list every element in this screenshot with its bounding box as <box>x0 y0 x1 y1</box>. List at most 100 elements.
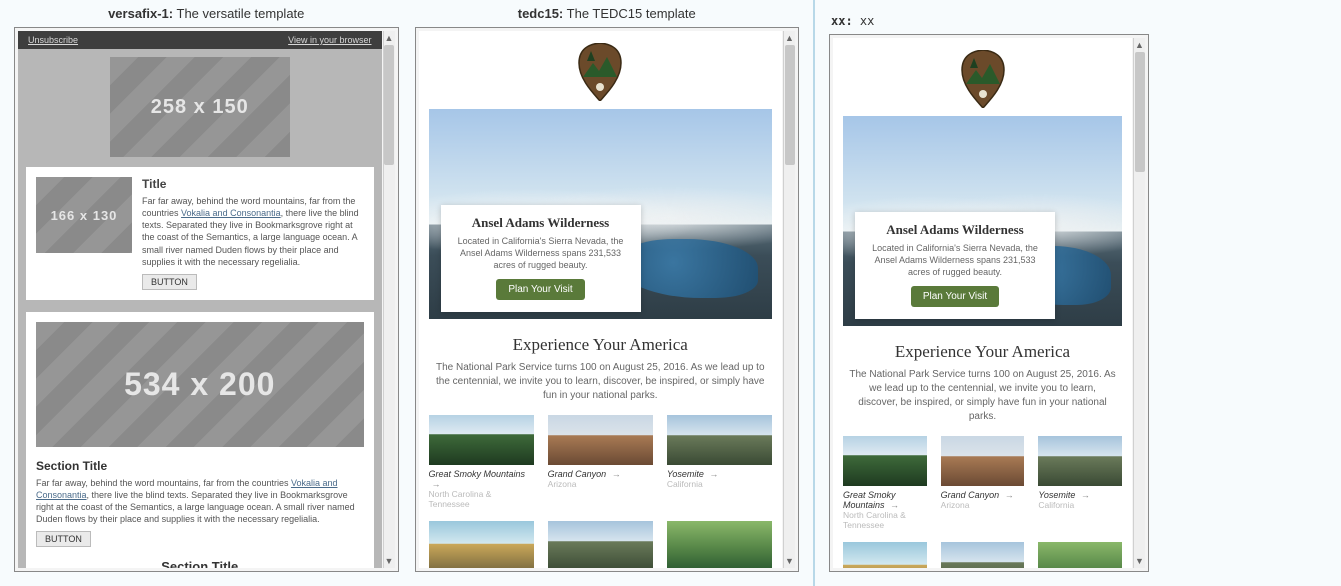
article-title: Title <box>142 177 364 191</box>
preview-scroll-area[interactable]: Unsubscribe View in your browser 258 x 1… <box>18 31 382 568</box>
big-image-panel: 534 x 200 Section Title Far far away, be… <box>26 312 374 568</box>
nps-email: Ansel Adams Wilderness Located in Califo… <box>833 38 1132 568</box>
scroll-down-icon[interactable]: ▼ <box>383 554 395 568</box>
unsubscribe-link[interactable]: Unsubscribe <box>28 35 78 45</box>
article-link[interactable]: Vokalia and Consonantia <box>181 208 281 218</box>
park-thumb <box>667 521 772 568</box>
template-card-right[interactable]: xx: xx Ansel Adams Wild <box>829 14 1327 572</box>
arrow-right-icon: → <box>890 500 899 510</box>
park-tile[interactable]: Rocky Mountain → <box>548 521 653 568</box>
park-tile[interactable]: Great Smoky Mountains →North Carolina & … <box>429 415 534 509</box>
park-thumb <box>548 415 653 465</box>
park-location: California <box>667 479 772 489</box>
park-location: Arizona <box>941 500 1025 510</box>
template-title: xx: xx <box>829 14 1327 34</box>
preview-scroll-area[interactable]: Ansel Adams Wilderness Located in Califo… <box>833 38 1132 568</box>
nps-arrowhead-icon <box>577 43 623 101</box>
plan-visit-button[interactable]: Plan Your Visit <box>911 286 999 307</box>
park-tile[interactable]: Grand Canyon →Arizona <box>941 436 1025 530</box>
hero-placeholder: 258 x 150 <box>110 57 290 157</box>
hero-overlay-card: Ansel Adams Wilderness Located in Califo… <box>441 205 641 312</box>
park-location: Arizona <box>548 479 653 489</box>
section-title: Experience Your America <box>429 335 773 355</box>
park-name: Great Smoky Mountains → <box>843 490 927 510</box>
park-tile[interactable]: Olympic → <box>667 521 772 568</box>
scroll-thumb[interactable] <box>785 45 795 165</box>
versafix-email: Unsubscribe View in your browser 258 x 1… <box>18 31 382 568</box>
big-placeholder: 534 x 200 <box>36 322 364 447</box>
template-card-tedc15[interactable]: tedc15: The TEDC15 template <box>415 0 800 572</box>
park-name: Yosemite → <box>667 469 772 479</box>
scrollbar[interactable]: ▲ ▼ <box>383 31 395 568</box>
nps-arrowhead-icon <box>960 50 1006 108</box>
park-tile[interactable]: Great Smoky Mountains →North Carolina & … <box>843 436 927 530</box>
right-preview-pane: xx: xx Ansel Adams Wild <box>814 0 1341 586</box>
park-location: North Carolina & Tennessee <box>429 489 534 509</box>
park-thumb <box>843 542 927 568</box>
arrow-right-icon: → <box>1081 490 1090 500</box>
park-tile[interactable]: Rocky Mountain → <box>941 542 1025 568</box>
section-title: Experience Your America <box>843 342 1122 362</box>
scrollbar[interactable]: ▲ ▼ <box>783 31 795 568</box>
template-preview-frame: Ansel Adams Wilderness Located in Califo… <box>415 27 800 572</box>
preview-scroll-area[interactable]: Ansel Adams Wilderness Located in Califo… <box>419 31 783 568</box>
template-card-versafix[interactable]: versafix-1: The versatile template Unsub… <box>14 0 399 572</box>
parks-grid: Great Smoky Mountains →North Carolina & … <box>429 415 773 568</box>
email-header-bar: Unsubscribe View in your browser <box>18 31 382 49</box>
section-body: The National Park Service turns 100 on A… <box>435 361 767 403</box>
park-tile[interactable]: Yellowstone → <box>429 521 534 568</box>
park-thumb <box>1038 436 1122 486</box>
park-name: Grand Canyon → <box>548 469 653 479</box>
article-body: Far far away, behind the word mountains,… <box>142 195 364 268</box>
section-body: Far far away, behind the word mountains,… <box>36 477 364 526</box>
park-tile[interactable]: Olympic → <box>1038 542 1122 568</box>
template-title: tedc15: The TEDC15 template <box>415 0 800 27</box>
parks-grid: Great Smoky Mountains →North Carolina & … <box>843 436 1122 568</box>
article-thumb-placeholder: 166 x 130 <box>36 177 132 253</box>
park-tile[interactable]: Grand Canyon →Arizona <box>548 415 653 509</box>
section-body: The National Park Service turns 100 on A… <box>849 368 1116 424</box>
scroll-up-icon[interactable]: ▲ <box>1134 38 1146 52</box>
scroll-thumb[interactable] <box>384 45 394 165</box>
template-title: versafix-1: The versatile template <box>14 0 399 27</box>
park-thumb <box>1038 542 1122 568</box>
park-thumb <box>429 415 534 465</box>
park-tile[interactable]: Yosemite →California <box>667 415 772 509</box>
hero-image: Ansel Adams Wilderness Located in Califo… <box>429 109 773 319</box>
scroll-thumb[interactable] <box>1135 52 1145 172</box>
plan-visit-button[interactable]: Plan Your Visit <box>496 279 584 300</box>
scroll-up-icon[interactable]: ▲ <box>383 31 395 45</box>
park-tile[interactable]: Yellowstone → <box>843 542 927 568</box>
scrollbar[interactable]: ▲ ▼ <box>1133 38 1145 568</box>
section-button[interactable]: BUTTON <box>36 531 91 547</box>
scroll-down-icon[interactable]: ▼ <box>784 554 796 568</box>
arrow-right-icon: → <box>432 479 441 489</box>
template-preview-frame: Unsubscribe View in your browser 258 x 1… <box>14 27 399 572</box>
template-preview-frame: Ansel Adams Wilderness Located in Califo… <box>829 34 1149 572</box>
park-location: California <box>1038 500 1122 510</box>
park-tile[interactable]: Yosemite →California <box>1038 436 1122 530</box>
article-button[interactable]: BUTTON <box>142 274 197 290</box>
park-thumb <box>548 521 653 568</box>
park-name: Great Smoky Mountains → <box>429 469 534 489</box>
hero-card-title: Ansel Adams Wilderness <box>867 222 1043 238</box>
hero-card-body: Located in California's Sierra Nevada, t… <box>453 235 629 271</box>
scroll-down-icon[interactable]: ▼ <box>1134 554 1146 568</box>
park-name: Yosemite → <box>1038 490 1122 500</box>
hero-card-title: Ansel Adams Wilderness <box>453 215 629 231</box>
nps-email: Ansel Adams Wilderness Located in Califo… <box>419 31 783 568</box>
park-location: North Carolina & Tennessee <box>843 510 927 530</box>
park-thumb <box>843 436 927 486</box>
hero-overlay-card: Ansel Adams Wilderness Located in Califo… <box>855 212 1055 319</box>
article-panel: 166 x 130 Title Far far away, behind the… <box>26 167 374 300</box>
view-browser-link[interactable]: View in your browser <box>288 35 371 45</box>
park-name: Grand Canyon → <box>941 490 1025 500</box>
section-title: Section Title <box>36 459 364 473</box>
arrow-right-icon: → <box>709 469 718 479</box>
park-thumb <box>941 436 1025 486</box>
scroll-up-icon[interactable]: ▲ <box>784 31 796 45</box>
park-thumb <box>667 415 772 465</box>
template-gallery: versafix-1: The versatile template Unsub… <box>0 0 814 586</box>
hero-image: Ansel Adams Wilderness Located in Califo… <box>843 116 1122 326</box>
park-thumb <box>429 521 534 568</box>
